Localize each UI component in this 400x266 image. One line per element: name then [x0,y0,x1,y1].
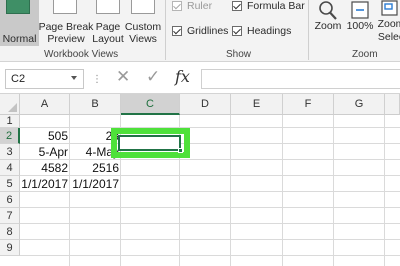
column-header-partial[interactable] [385,94,400,115]
normal-view-icon [6,0,30,14]
zoom-to-selection-button[interactable]: Zoom Selec [376,0,400,46]
gridlines-check-box [172,26,182,36]
zoom-group-label: Zoom [352,49,378,60]
ruler-check-box [172,1,182,11]
column-header-f[interactable]: F [283,94,334,115]
custom-views-button[interactable]: Custom Views [125,0,161,46]
cancel-icon[interactable]: ✕ [116,67,130,87]
headings-label: Headings [247,25,292,37]
ruler-checkbox[interactable]: Ruler [172,0,212,12]
selected-cell-c2[interactable] [118,135,181,151]
ribbon-separator [308,0,309,60]
custom-views-label-line2: Views [129,33,157,45]
row-header-5[interactable]: 5 [0,176,20,192]
ribbon-separator [165,0,166,60]
page-layout-label-line1: Page [95,21,121,33]
more-options-icon[interactable]: ⋮ [92,74,102,85]
formula-bar-checkbox[interactable]: Formula Bar [232,0,305,12]
formula-bar-label: Formula Bar [247,0,305,12]
insert-function-icon[interactable]: fx [175,67,190,86]
formula-input[interactable] [201,69,400,89]
row-header-8[interactable]: 8 [0,224,20,240]
zoom-button[interactable]: Zoom [312,0,344,46]
page-break-preview-button[interactable]: Page Break Preview [38,0,94,46]
column-header-b[interactable]: B [70,94,121,115]
checkmark-icon[interactable]: ✓ [146,67,160,87]
zoom-selection-icon [381,0,398,16]
gridlines-checkbox[interactable]: Gridlines [172,25,228,37]
row-header-1[interactable]: 1 [0,115,20,128]
column-header-d[interactable]: D [180,94,231,115]
cell-a5[interactable]: 1/1/2017 [20,176,70,192]
zoom-100-button[interactable]: 100% [345,0,375,46]
chevron-down-icon[interactable] [71,76,77,80]
page-layout-button[interactable]: Page Layout [92,0,124,46]
column-header-e[interactable]: E [231,94,283,115]
custom-views-icon [131,0,155,14]
select-all-corner[interactable] [0,94,20,115]
cell-b4[interactable]: 2516 [70,160,121,176]
gridline-horizontal [20,239,400,240]
cell-a2[interactable]: 505 [20,128,70,144]
ruler-label: Ruler [187,0,213,12]
formula-bar: C2 ⋮ ✕ ✓ fx [0,62,400,94]
cell-a4[interactable]: 4582 [20,160,70,176]
fill-handle[interactable] [178,148,183,153]
zoom-100-icon [351,1,369,19]
column-header-g[interactable]: G [334,94,385,115]
normal-view-button[interactable]: Normal [0,0,39,46]
headings-check-box [232,26,242,36]
custom-views-label-line1: Custom [124,21,162,33]
gridlines-label: Gridlines [187,25,229,37]
page-break-label-line1: Page Break [38,21,94,33]
row-header-6[interactable]: 6 [0,192,20,208]
workbook-views-group-label: Workbook Views [44,49,119,60]
row-header-9[interactable]: 9 [0,240,20,256]
zoom-selection-label-line2: Selec [377,31,400,43]
row-header-7[interactable]: 7 [0,208,20,224]
gridline-horizontal [20,207,400,208]
normal-view-label: Normal [2,33,37,45]
column-header-a[interactable]: A [20,94,70,115]
magnifier-icon [319,1,337,20]
cell-a3[interactable]: 5-Apr [20,144,70,160]
spreadsheet-grid[interactable]: A B C D E F G 1 2 3 4 5 6 7 8 9 505 23 5-Apr 4-May 4582 2516 1… [0,94,400,266]
page-layout-label-line2: Layout [92,33,124,45]
zoom-selection-label-line1: Zoom [377,18,400,30]
column-header-c[interactable]: C [121,94,180,115]
gridline-horizontal [20,255,400,256]
cell-b5[interactable]: 1/1/2017 [70,176,121,192]
headings-checkbox[interactable]: Headings [232,25,291,37]
row-header-3[interactable]: 3 [0,144,20,160]
row-header-2[interactable]: 2 [0,128,20,144]
page-layout-icon [96,0,120,14]
row-header-4[interactable]: 4 [0,160,20,176]
show-group-label: Show [226,49,252,60]
page-break-preview-icon [53,0,77,14]
ribbon: Normal Page Break Preview Page Layout Cu… [0,0,400,62]
gridline-horizontal [20,223,400,224]
formula-bar-check-box [232,1,242,11]
page-break-label-line2: Preview [47,33,85,45]
